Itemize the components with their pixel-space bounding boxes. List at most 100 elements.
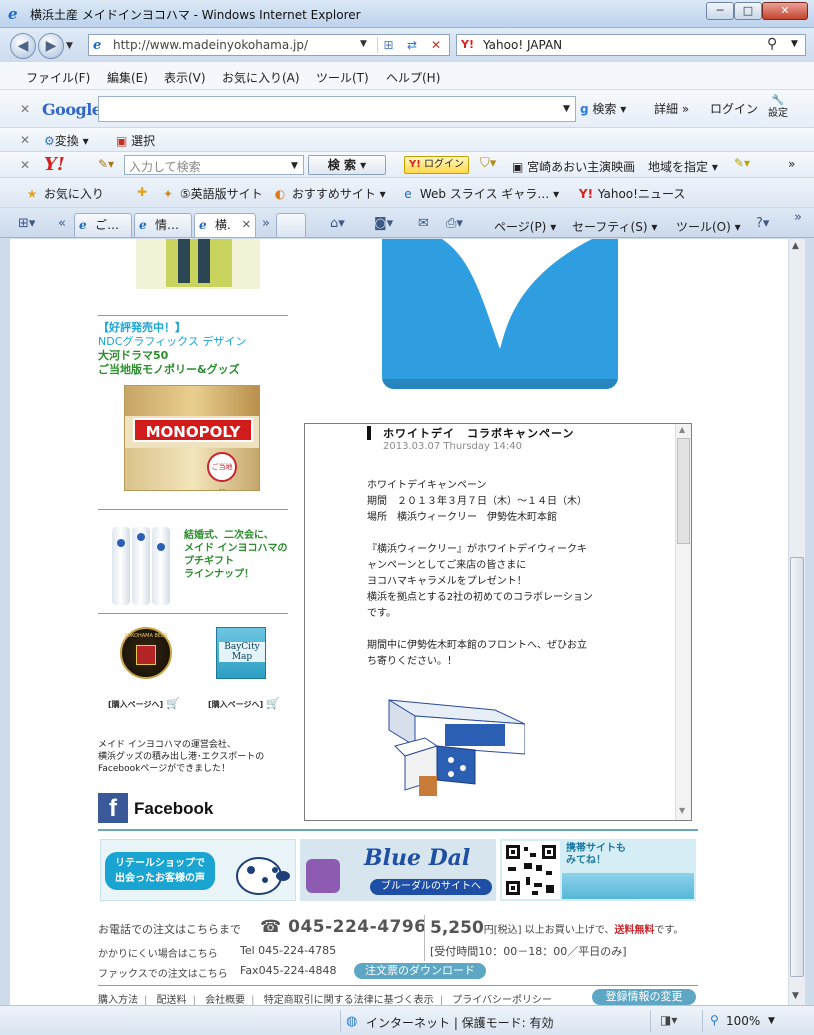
blog-iframe[interactable]: ホワイトデイ コラボキャンペーン 2013.03.07 Thursday 14:…: [304, 423, 692, 821]
back-button[interactable]: ◀: [10, 33, 36, 59]
recent-pages-dropdown[interactable]: ▼: [66, 41, 73, 51]
petit-gift-text[interactable]: 結婚式、二次会に、 メイド インヨコハマの プチギフト ラインナップ！: [184, 529, 294, 581]
stop-icon[interactable]: ✕: [425, 37, 447, 53]
product-image-figure[interactable]: [136, 239, 260, 289]
close-toolbar-icon[interactable]: ✕: [20, 102, 30, 116]
footer-link-privacy[interactable]: プライバシーポリシー: [452, 995, 552, 1005]
minimize-button[interactable]: ─: [706, 2, 734, 20]
more-tabs-icon[interactable]: »: [262, 216, 270, 231]
browser-search-field[interactable]: Y! Yahoo! JAPAN ⚲ ▼: [456, 34, 806, 56]
tab-2[interactable]: e 情…: [134, 213, 192, 237]
page-scroll-thumb[interactable]: [790, 557, 804, 977]
yahoo-area-button[interactable]: 地域を指定 ▾: [648, 158, 718, 175]
google-search-input[interactable]: ▼: [98, 96, 576, 122]
security-zone[interactable]: インターネット | 保護モード: 有効: [366, 1014, 554, 1031]
print-icon[interactable]: ⎙▾: [446, 216, 463, 231]
yokohama-beer-logo[interactable]: YOKOHAMA BEER: [120, 627, 172, 679]
google-search-button[interactable]: g 検索 ▾: [580, 100, 626, 117]
footer-link-company[interactable]: 会社概要: [205, 995, 245, 1005]
toolbar-more-icon[interactable]: »: [794, 210, 802, 225]
google-details-button[interactable]: 詳細 »: [654, 100, 689, 117]
new-tab[interactable]: [276, 213, 306, 237]
menu-tools[interactable]: ツール(T): [316, 69, 369, 86]
tab-1[interactable]: e ご…: [74, 213, 132, 237]
highlighter-icon[interactable]: ✎▾: [734, 156, 750, 170]
safety-menu[interactable]: セーフティ(S) ▾: [572, 218, 657, 235]
favorite-item-webslice[interactable]: e Web スライス ギャラ… ▾: [400, 185, 559, 202]
monopoly-box-image[interactable]: MONOPOLY ご当地版: [124, 385, 260, 491]
scroll-up-icon[interactable]: ▲: [792, 241, 799, 251]
favorite-item-suggested[interactable]: ◐ おすすめサイト ▾: [272, 185, 386, 202]
select-button[interactable]: ▣ 選択: [116, 132, 155, 149]
post-title[interactable]: ホワイトデイ コラボキャンペーン: [383, 425, 574, 441]
petit-gift-image[interactable]: [104, 521, 174, 607]
protected-mode-icon[interactable]: ◨▾: [660, 1013, 677, 1027]
mobile-site-banner[interactable]: 携帯サイトも みてね！: [500, 839, 696, 901]
search-options-dropdown[interactable]: ▼: [791, 39, 798, 49]
google-history-dropdown[interactable]: ▼: [563, 104, 570, 114]
pen-icon[interactable]: ✎▾: [98, 157, 114, 171]
yahoo-logo[interactable]: Y!: [44, 154, 65, 175]
yahoo-movie-link[interactable]: ▣ 宮崎あおい主演映画: [512, 158, 635, 175]
yahoo-search-button[interactable]: 検 索 ▾: [308, 155, 386, 175]
compatibility-view-icon[interactable]: ⊞: [377, 37, 399, 53]
tools-menu[interactable]: ツール(O) ▾: [676, 218, 741, 235]
facebook-link[interactable]: Facebook: [134, 799, 213, 819]
add-favorites-icon[interactable]: ✚: [134, 185, 150, 199]
scroll-down-icon[interactable]: ▼: [792, 991, 799, 1001]
quick-tabs-icon[interactable]: ⊞▾: [18, 216, 35, 231]
refresh-icon[interactable]: ⇄: [401, 37, 423, 53]
blog-scrollbar[interactable]: ▲ ▼: [675, 424, 691, 820]
baycity-map-image[interactable]: BayCity Map: [216, 627, 266, 679]
google-login-button[interactable]: ログイン: [710, 100, 758, 117]
close-button[interactable]: ✕: [762, 2, 808, 20]
blue-dal-banner[interactable]: Blue Dal ブルーダルのサイトへ: [300, 839, 496, 901]
footer-link-legal[interactable]: 特定商取引に関する法律に基づく表示: [264, 995, 434, 1005]
maximize-button[interactable]: □: [734, 2, 762, 20]
shield-icon[interactable]: ⛉▾: [480, 156, 496, 171]
feeds-icon[interactable]: ◙▾: [374, 216, 393, 231]
close-toolbar-icon[interactable]: ✕: [20, 158, 30, 172]
google-settings-button[interactable]: 🔧 設定: [768, 94, 788, 120]
scroll-up-icon[interactable]: ▲: [679, 425, 685, 434]
favorite-item-yahoo-news[interactable]: Y! Yahoo!ニュース: [578, 185, 685, 202]
buy-page-link-map[interactable]: [購入ページへ] 🛒: [208, 697, 280, 710]
menu-view[interactable]: 表示(V): [164, 69, 206, 86]
tab-list-icon[interactable]: «: [58, 216, 66, 231]
order-form-download-button[interactable]: 注文票のダウンロード: [354, 963, 486, 979]
tab-3[interactable]: e 横. ✕: [194, 213, 256, 237]
page-scrollbar[interactable]: ▲ ▼: [788, 239, 805, 1005]
home-icon[interactable]: ⌂▾: [330, 216, 345, 231]
yahoo-history-dropdown[interactable]: ▼: [291, 161, 298, 171]
address-dropdown[interactable]: ▼: [360, 39, 367, 49]
convert-button[interactable]: ⚙変換 ▾: [44, 132, 89, 149]
menu-file[interactable]: ファイル(F): [26, 69, 90, 86]
menu-favorites[interactable]: お気に入り(A): [222, 69, 300, 86]
close-toolbar-icon[interactable]: ✕: [20, 133, 30, 147]
retail-shop-banner[interactable]: リテールショップで 出会ったお客様の声: [100, 839, 296, 901]
blog-scroll-thumb[interactable]: [677, 438, 690, 544]
yahoo-login-button[interactable]: Y! ログイン: [404, 156, 469, 174]
address-field[interactable]: e http://www.madeinyokohama.jp/ ▼ ⊞ ⇄ ✕: [88, 34, 450, 56]
monopoly-promo-heading[interactable]: 【好評発売中！】 NDCグラフィックス デザイン 大河ドラマ50 ご当地版モノポ…: [98, 321, 288, 377]
facebook-icon[interactable]: f: [98, 793, 128, 823]
scroll-down-icon[interactable]: ▼: [679, 806, 685, 815]
page-menu[interactable]: ページ(P) ▾: [494, 218, 556, 235]
close-tab-icon[interactable]: ✕: [242, 214, 251, 236]
zoom-level[interactable]: 100%: [726, 1014, 760, 1028]
forward-button[interactable]: ▶: [38, 33, 64, 59]
menu-help[interactable]: ヘルプ(H): [386, 69, 440, 86]
favorite-item-english[interactable]: ✦ ⑤英語版サイト: [160, 185, 263, 202]
help-icon[interactable]: ?▾: [756, 216, 769, 231]
yahoo-more-button[interactable]: »: [788, 157, 795, 171]
mail-icon[interactable]: ✉: [418, 216, 429, 231]
buy-page-link-beer[interactable]: [購入ページへ] 🛒: [108, 697, 180, 710]
footer-link-how-to-buy[interactable]: 購入方法: [98, 995, 138, 1005]
search-icon[interactable]: ⚲: [767, 36, 777, 52]
footer-link-shipping[interactable]: 配送料: [157, 995, 187, 1005]
zoom-dropdown[interactable]: ▼: [768, 1016, 775, 1026]
menu-edit[interactable]: 編集(E): [107, 69, 148, 86]
yahoo-search-input[interactable]: 入力して検索 ▼: [124, 155, 304, 175]
registration-change-button[interactable]: 登録情報の変更: [592, 989, 696, 1005]
favorites-button[interactable]: ★ お気に入り: [24, 185, 104, 202]
